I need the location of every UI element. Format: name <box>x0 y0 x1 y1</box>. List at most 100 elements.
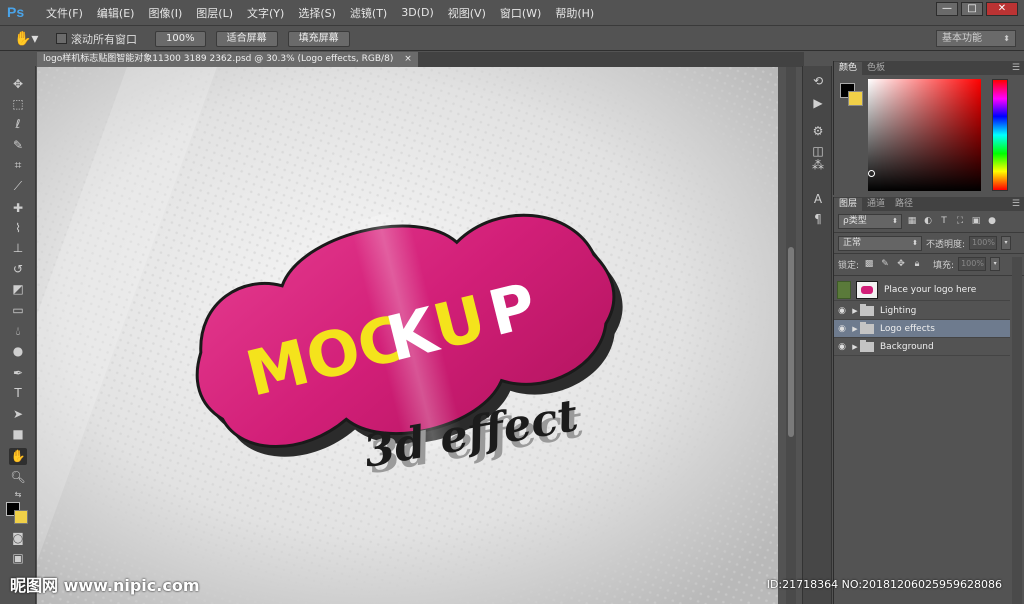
lock-image-icon[interactable]: ✎ <box>879 258 891 270</box>
opacity-input[interactable]: 100% <box>969 236 998 250</box>
expand-arrow-icon[interactable]: ▶ <box>850 325 860 333</box>
quick-select-icon[interactable]: ✎ <box>9 137 27 154</box>
tab-swatches[interactable]: 色板 <box>862 62 890 75</box>
menu-image[interactable]: 图像(I) <box>141 5 189 21</box>
lock-fill-row: 锁定: ▩ ✎ ✥ 🔒︎ 填充: 100% ▾ <box>838 256 1001 272</box>
eye-icon[interactable]: ◉ <box>834 306 850 316</box>
paragraph-panel-icon[interactable]: ¶ <box>810 212 826 227</box>
panel-menu-icon[interactable]: ☰ <box>1012 62 1024 75</box>
eye-icon[interactable]: ◉ <box>834 342 850 352</box>
layer-lighting[interactable]: ◉ ▶ Lighting <box>834 302 1010 320</box>
hand-icon[interactable]: ✋ <box>9 448 27 465</box>
layer-place-your-logo[interactable]: Place your logo here <box>834 279 1010 301</box>
gradient-icon[interactable]: ▭ <box>9 302 27 319</box>
blend-mode-dropdown[interactable]: 正常 ⬍ <box>838 235 922 251</box>
expand-arrow-icon[interactable]: ▶ <box>850 307 860 315</box>
close-window-button[interactable]: ✕ <box>986 2 1018 16</box>
opacity-spin-icon[interactable]: ▾ <box>1001 236 1012 250</box>
layer-name: Place your logo here <box>884 284 977 295</box>
filter-adjustment-icon[interactable]: ◐ <box>922 215 934 227</box>
scroll-all-windows-option[interactable]: 滚动所有窗口 <box>56 31 137 47</box>
zoom-icon[interactable]: 🔍︎ <box>9 469 27 486</box>
menu-type[interactable]: 文字(Y) <box>240 5 291 21</box>
blur-icon[interactable]: 💧︎ <box>9 323 27 340</box>
crop-icon[interactable]: ⌗ <box>9 157 27 174</box>
workspace-switcher[interactable]: 基本功能 ⬍ <box>936 30 1016 47</box>
pen-icon[interactable]: ✒ <box>9 365 27 382</box>
menu-edit[interactable]: 编辑(E) <box>90 5 142 21</box>
lock-all-icon[interactable]: 🔒︎ <box>911 258 923 270</box>
layer-background[interactable]: ◉ ▶ Background <box>834 338 1010 356</box>
properties-panel-icon[interactable]: ⚙ <box>810 124 826 139</box>
rectangle-icon[interactable]: ■ <box>9 426 27 443</box>
layers-vertical-scrollbar[interactable] <box>1012 257 1022 604</box>
layers-panel-menu-icon[interactable]: ☰ <box>1012 198 1024 211</box>
actions-panel-icon[interactable]: ▶ <box>810 96 826 111</box>
character-panel-icon[interactable]: A <box>810 192 826 207</box>
menu-file[interactable]: 文件(F) <box>39 5 90 21</box>
tab-paths[interactable]: 路径 <box>890 198 918 211</box>
menu-help[interactable]: 帮助(H) <box>548 5 601 21</box>
menu-select[interactable]: 选择(S) <box>291 5 343 21</box>
fill-input[interactable]: 100% <box>958 257 987 271</box>
marquee-icon[interactable]: ⬚ <box>9 96 27 113</box>
color-panel-background-swatch[interactable] <box>848 91 863 106</box>
adjustments-panel-icon[interactable]: ◫ <box>810 144 826 159</box>
restore-button[interactable]: □ <box>961 2 983 16</box>
minimize-button[interactable]: — <box>936 2 958 16</box>
layer-filter-dropdown[interactable]: ρ类型 ⬍ <box>838 213 902 229</box>
healing-icon[interactable]: ✚ <box>9 200 27 217</box>
brush-panel-icon[interactable]: ⁂ <box>810 158 826 173</box>
path-select-icon[interactable]: ➤ <box>9 406 27 423</box>
filter-toggle-icon[interactable]: ● <box>986 215 998 227</box>
filter-smart-object-icon[interactable]: ▣ <box>970 215 982 227</box>
hand-tool-preset-icon[interactable]: ✋▾ <box>14 31 44 47</box>
move-icon[interactable]: ✥ <box>9 76 27 93</box>
menu-filter[interactable]: 滤镜(T) <box>343 5 394 21</box>
quick-mask-icon[interactable]: ◙ <box>9 530 27 547</box>
expand-arrow-icon[interactable]: ▶ <box>850 343 860 351</box>
screen-mode-icon[interactable]: ▣ <box>9 550 27 567</box>
filter-type-icon[interactable]: T <box>938 215 950 227</box>
lasso-icon[interactable]: ℓ <box>9 116 27 133</box>
hue-slider[interactable] <box>992 79 1008 191</box>
layer-logo-effects[interactable]: ◉ ▶ Logo effects <box>834 320 1010 338</box>
menu-window[interactable]: 窗口(W) <box>493 5 548 21</box>
canvas-scroll-thumb[interactable] <box>788 247 794 437</box>
swap-colors-icon[interactable]: ⇆ <box>9 486 27 503</box>
tab-color[interactable]: 颜色 <box>834 62 863 75</box>
dodge-icon[interactable]: ● <box>9 343 27 360</box>
layer-name: Logo effects <box>880 323 935 334</box>
lock-transparent-icon[interactable]: ▩ <box>863 258 875 270</box>
eye-icon[interactable]: ◉ <box>834 324 850 334</box>
eraser-icon[interactable]: ◩ <box>9 281 27 298</box>
color-field[interactable] <box>868 79 981 191</box>
brush-icon[interactable]: ⌇ <box>9 220 27 237</box>
filter-shape-icon[interactable]: ⛶ <box>954 215 966 227</box>
zoom-100-button[interactable]: 100% <box>155 30 206 47</box>
menu-layer[interactable]: 图层(L) <box>189 5 240 21</box>
layer-visibility-placeholder[interactable] <box>837 280 851 299</box>
type-icon[interactable]: T <box>9 385 27 402</box>
document-tab[interactable]: logo样机标志贴图智能对象11300 3189 2362.psd @ 30.3… <box>37 52 418 67</box>
close-document-icon[interactable]: × <box>404 54 412 64</box>
lock-position-icon[interactable]: ✥ <box>895 258 907 270</box>
filter-pixel-icon[interactable]: ▦ <box>906 215 918 227</box>
menu-view[interactable]: 视图(V) <box>441 5 493 21</box>
tab-layers[interactable]: 图层 <box>834 198 863 211</box>
eyedropper-icon[interactable]: ⟋ <box>9 178 27 195</box>
window-controls: — □ ✕ <box>936 2 1018 16</box>
tab-channels[interactable]: 通道 <box>862 198 890 211</box>
stamp-icon[interactable]: ⊥ <box>9 240 27 257</box>
fit-screen-button[interactable]: 适合屏幕 <box>215 30 278 47</box>
canvas-vertical-scrollbar[interactable] <box>786 67 796 604</box>
history-brush-icon[interactable]: ↺ <box>9 261 27 278</box>
fill-screen-button[interactable]: 填充屏幕 <box>287 30 350 47</box>
history-panel-icon[interactable]: ⟲ <box>810 74 826 89</box>
color-field-marker[interactable] <box>868 170 875 177</box>
document-canvas[interactable]: MOC K U P 3d effect 3d effect <box>37 67 778 604</box>
menu-3d[interactable]: 3D(D) <box>394 6 441 19</box>
background-color-swatch[interactable] <box>14 510 28 524</box>
scroll-all-windows-checkbox[interactable] <box>56 33 67 44</box>
fill-spin-icon[interactable]: ▾ <box>990 257 1001 271</box>
